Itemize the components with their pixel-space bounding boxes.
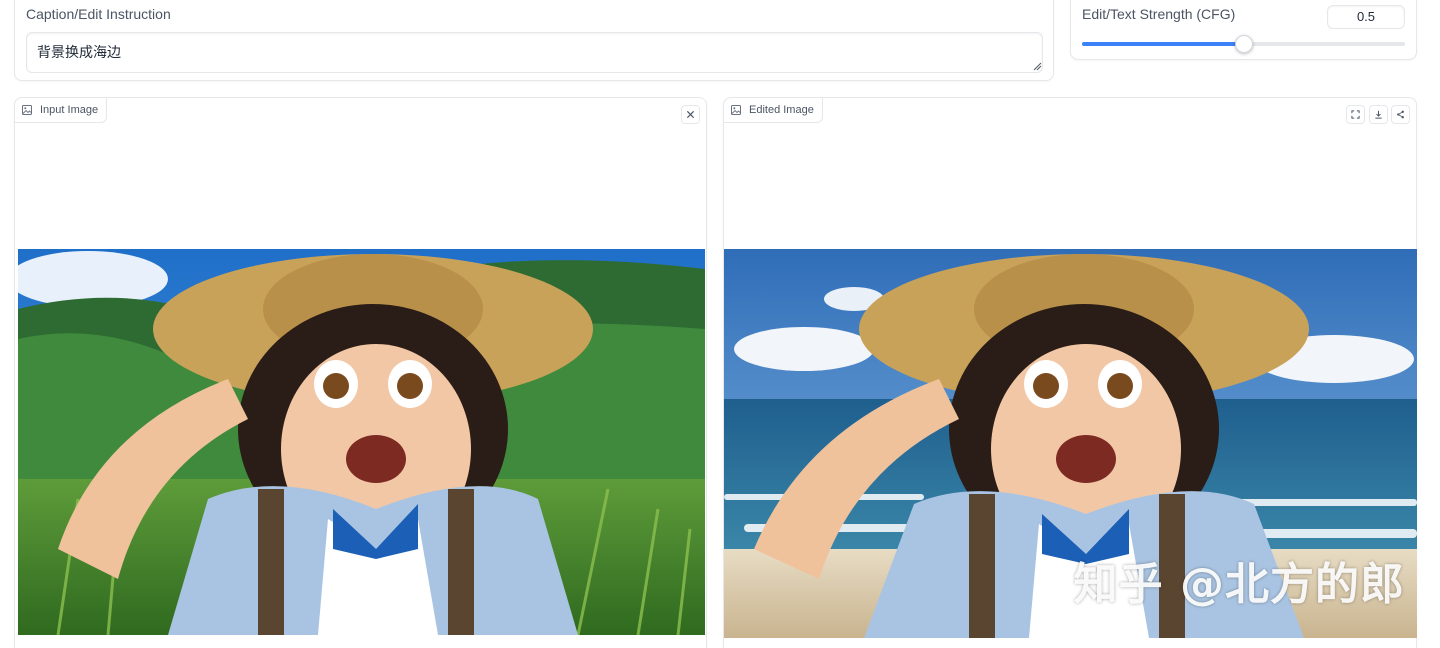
input-image-label-text: Input Image [40, 104, 99, 116]
close-icon [686, 110, 695, 119]
cfg-slider-thumb[interactable] [1234, 35, 1253, 53]
edited-image-panel: Edited Image 知乎 @北方的郎 [723, 97, 1417, 648]
cfg-panel: Edit/Text Strength (CFG) 0.5 [1070, 0, 1417, 60]
cfg-slider-fill [1082, 42, 1244, 46]
image-icon [731, 105, 741, 115]
cfg-label: Edit/Text Strength (CFG) [1082, 6, 1236, 22]
image-icon [22, 105, 32, 115]
fullscreen-button[interactable] [1346, 105, 1365, 124]
input-image[interactable] [18, 249, 705, 635]
share-icon [1397, 110, 1404, 119]
download-icon [1375, 110, 1382, 119]
input-image-panel: Input Image [14, 97, 707, 648]
input-artwork [18, 249, 705, 635]
input-image-label: Input Image [14, 97, 108, 123]
cfg-number-input[interactable]: 0.5 [1327, 5, 1405, 29]
edited-image[interactable]: 知乎 @北方的郎 [724, 249, 1417, 638]
cfg-slider-track[interactable] [1082, 35, 1405, 53]
clear-image-button[interactable] [681, 105, 700, 124]
caption-input[interactable] [26, 32, 1043, 73]
edited-image-label: Edited Image [723, 97, 823, 123]
edited-image-label-text: Edited Image [749, 104, 814, 116]
share-button[interactable] [1391, 105, 1410, 124]
caption-label: Caption/Edit Instruction [26, 6, 171, 22]
download-button[interactable] [1369, 105, 1388, 124]
fullscreen-icon [1351, 110, 1360, 119]
resize-grip-icon[interactable] [1032, 61, 1042, 71]
watermark-text: 知乎 @北方的郎 [1073, 559, 1405, 610]
caption-panel: Caption/Edit Instruction [14, 0, 1054, 81]
